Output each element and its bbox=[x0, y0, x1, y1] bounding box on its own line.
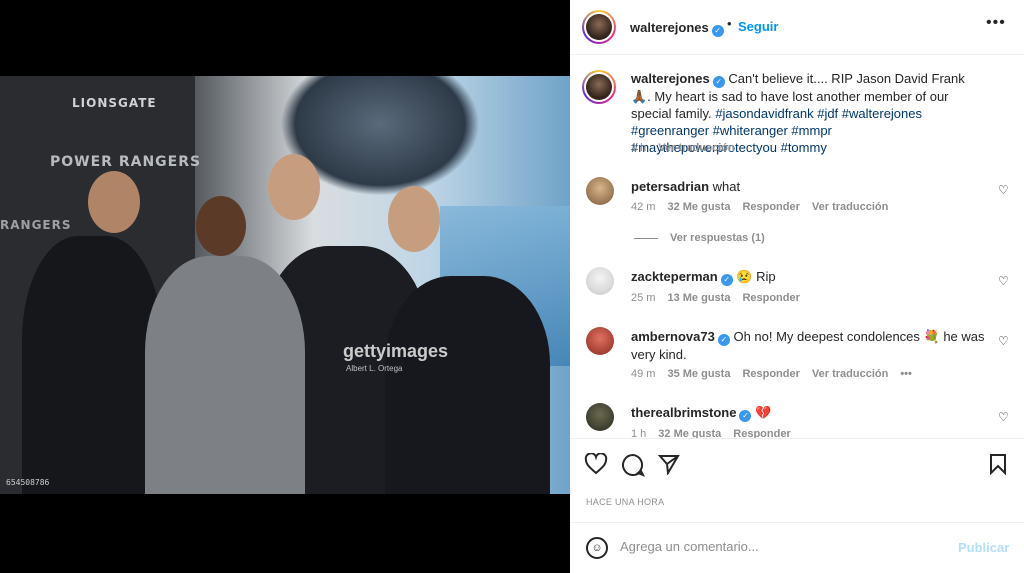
comment: zackteperman ✓ 😢 Rip bbox=[631, 268, 991, 286]
comment-avatar[interactable] bbox=[586, 403, 614, 431]
photo-id: 654508786 bbox=[6, 478, 50, 487]
translate-link[interactable]: Ver traducción bbox=[658, 142, 734, 154]
comment-meta: 25 m 13 Me gusta Responder bbox=[631, 292, 812, 304]
add-comment-bar: ☺ Publicar bbox=[570, 522, 1024, 573]
verified-badge-icon: ✓ bbox=[712, 76, 725, 88]
avatar[interactable] bbox=[582, 10, 616, 44]
comment: therealbrimstone ✓ 💔 bbox=[631, 404, 991, 422]
reply-button[interactable]: Responder bbox=[742, 292, 799, 304]
bookmark-icon[interactable] bbox=[988, 453, 1008, 481]
emoji-icon[interactable]: ☺ bbox=[586, 537, 608, 559]
comment-meta: 1 h 32 Me gusta Responder bbox=[631, 428, 803, 438]
comment-avatar[interactable] bbox=[586, 267, 614, 295]
comment-username[interactable]: ambernova73 bbox=[631, 329, 715, 344]
comment-username[interactable]: petersadrian bbox=[631, 179, 709, 194]
comment-likes[interactable]: 32 Me gusta bbox=[658, 428, 721, 438]
like-comment-icon[interactable]: ♡ bbox=[998, 183, 1009, 197]
separator: • bbox=[727, 16, 732, 31]
head-3 bbox=[268, 154, 320, 220]
person-4 bbox=[385, 276, 550, 494]
view-replies-button[interactable]: Ver respuestas (1) bbox=[634, 232, 765, 244]
comment-time[interactable]: 25 m bbox=[631, 292, 655, 304]
caption-time[interactable]: 1 h bbox=[631, 142, 646, 154]
reply-button[interactable]: Responder bbox=[733, 428, 790, 438]
post-header: walterejones ✓ • Seguir ••• bbox=[570, 0, 1024, 55]
comment-time[interactable]: 49 m bbox=[631, 368, 655, 380]
comment-username[interactable]: zackteperman bbox=[631, 269, 718, 284]
comment-icon[interactable] bbox=[621, 453, 646, 483]
comment-input[interactable] bbox=[620, 539, 940, 554]
comment-avatar[interactable] bbox=[586, 177, 614, 205]
caption-username[interactable]: walterejones bbox=[631, 71, 710, 86]
comment: petersadrian what bbox=[631, 178, 991, 195]
translate-link[interactable]: Ver traducción bbox=[812, 368, 888, 380]
media-area: LIONSGATE POWER RANGERS RANGERS gettyima… bbox=[0, 0, 570, 573]
comment-meta: 42 m 32 Me gusta Responder Ver traducción bbox=[631, 201, 900, 213]
translate-link[interactable]: Ver traducción bbox=[812, 201, 888, 213]
comment-username[interactable]: therealbrimstone bbox=[631, 405, 736, 420]
head-4 bbox=[388, 186, 440, 252]
backdrop-fragment: RANGERS bbox=[0, 218, 72, 232]
instagram-post-modal: LIONSGATE POWER RANGERS RANGERS gettyima… bbox=[0, 0, 1024, 573]
verified-badge-icon: ✓ bbox=[720, 274, 733, 286]
replies-line bbox=[634, 237, 658, 239]
comment-likes[interactable]: 35 Me gusta bbox=[667, 368, 730, 380]
comment-time[interactable]: 42 m bbox=[631, 201, 655, 213]
post-side-panel: walterejones ✓ • Seguir ••• walterejones ✓… bbox=[570, 0, 1024, 573]
verified-badge-icon: ✓ bbox=[739, 410, 752, 422]
head-1 bbox=[88, 171, 140, 233]
reply-button[interactable]: Responder bbox=[742, 201, 799, 213]
comment-time[interactable]: 1 h bbox=[631, 428, 646, 438]
comment-likes[interactable]: 13 Me gusta bbox=[667, 292, 730, 304]
comments-list[interactable]: walterejones ✓ Can't believe it.... RIP J… bbox=[570, 56, 1024, 438]
post-photo[interactable]: LIONSGATE POWER RANGERS RANGERS gettyima… bbox=[0, 76, 570, 494]
comment-meta: 49 m 35 Me gusta Responder Ver traducción ••… bbox=[631, 368, 924, 380]
comment-likes[interactable]: 32 Me gusta bbox=[667, 201, 730, 213]
person-1 bbox=[22, 236, 162, 494]
like-comment-icon[interactable]: ♡ bbox=[998, 334, 1009, 348]
post-timestamp[interactable]: HACE UNA HORA bbox=[586, 497, 664, 507]
like-comment-icon[interactable]: ♡ bbox=[998, 274, 1009, 288]
heart-outline-icon[interactable] bbox=[584, 452, 608, 481]
caption-avatar[interactable] bbox=[582, 70, 616, 104]
watermark-credit: Albert L. Ortega bbox=[346, 364, 403, 373]
comment-avatar[interactable] bbox=[586, 327, 614, 355]
comment: ambernova73 ✓ Oh no! My deepest condolenc… bbox=[631, 328, 991, 363]
verified-badge-icon: ✓ bbox=[717, 334, 730, 346]
comment-text: what bbox=[712, 179, 741, 194]
backdrop-brand: LIONSGATE bbox=[72, 96, 157, 110]
comment-text: 😢 Rip bbox=[736, 269, 776, 284]
person-2 bbox=[145, 256, 305, 494]
header-username[interactable]: walterejones ✓ bbox=[630, 19, 724, 37]
follow-button[interactable]: Seguir bbox=[738, 19, 778, 34]
comment-text: 💔 bbox=[755, 405, 772, 420]
backdrop-title: POWER RANGERS bbox=[50, 154, 202, 170]
send-icon[interactable] bbox=[657, 453, 680, 481]
comment-more-icon[interactable]: ••• bbox=[900, 368, 912, 380]
like-comment-icon[interactable]: ♡ bbox=[998, 410, 1009, 424]
reply-button[interactable]: Responder bbox=[742, 368, 799, 380]
publish-button[interactable]: Publicar bbox=[958, 540, 1009, 555]
caption-meta: 1 h Ver traducción bbox=[631, 142, 747, 154]
more-options-icon[interactable]: ••• bbox=[986, 14, 1006, 32]
watermark: gettyimages bbox=[343, 341, 449, 361]
head-2 bbox=[196, 196, 246, 256]
verified-badge-icon: ✓ bbox=[711, 25, 724, 37]
